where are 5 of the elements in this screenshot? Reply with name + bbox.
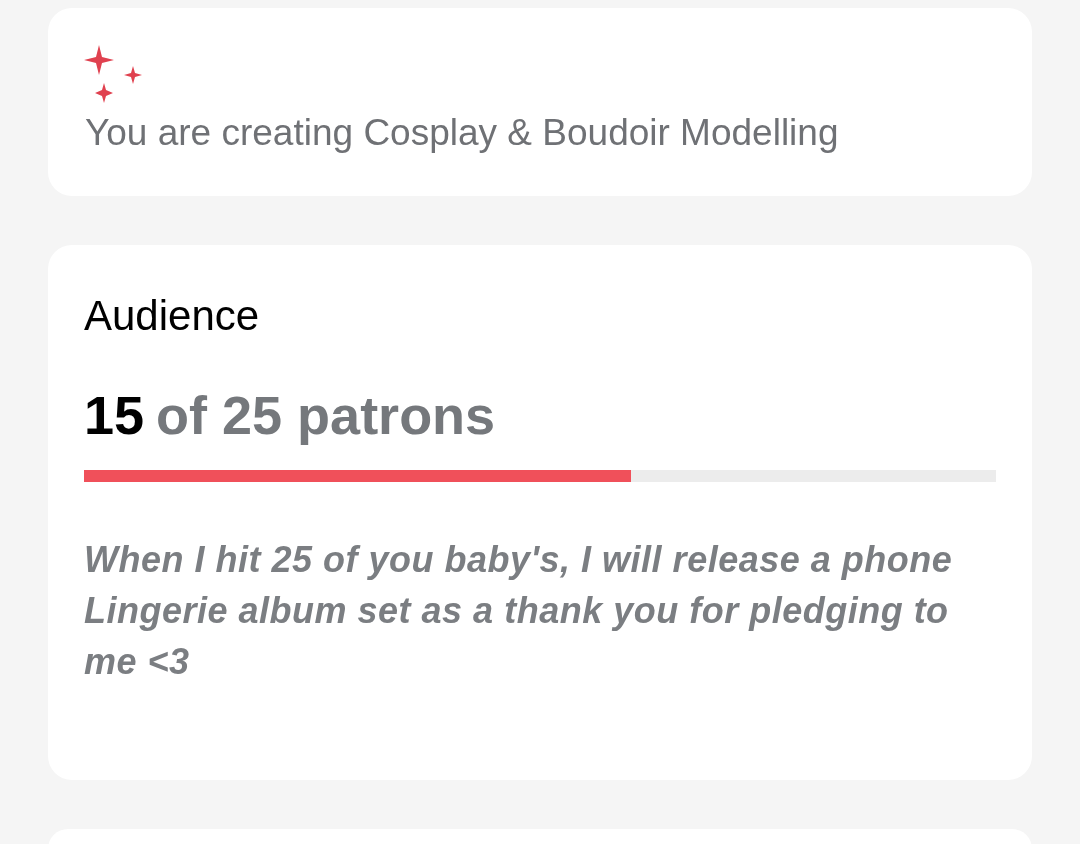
creating-text: You are creating Cosplay & Boudoir Modelling bbox=[85, 111, 840, 155]
goal-description: When I hit 25 of you baby's, I will release a phone Lingerie album set as a thank you for pledging to me <3 bbox=[84, 538, 954, 684]
patron-target: of 25 patrons bbox=[156, 384, 496, 447]
goal-title: Audience bbox=[84, 291, 261, 341]
patron-count: 15 bbox=[84, 384, 145, 447]
